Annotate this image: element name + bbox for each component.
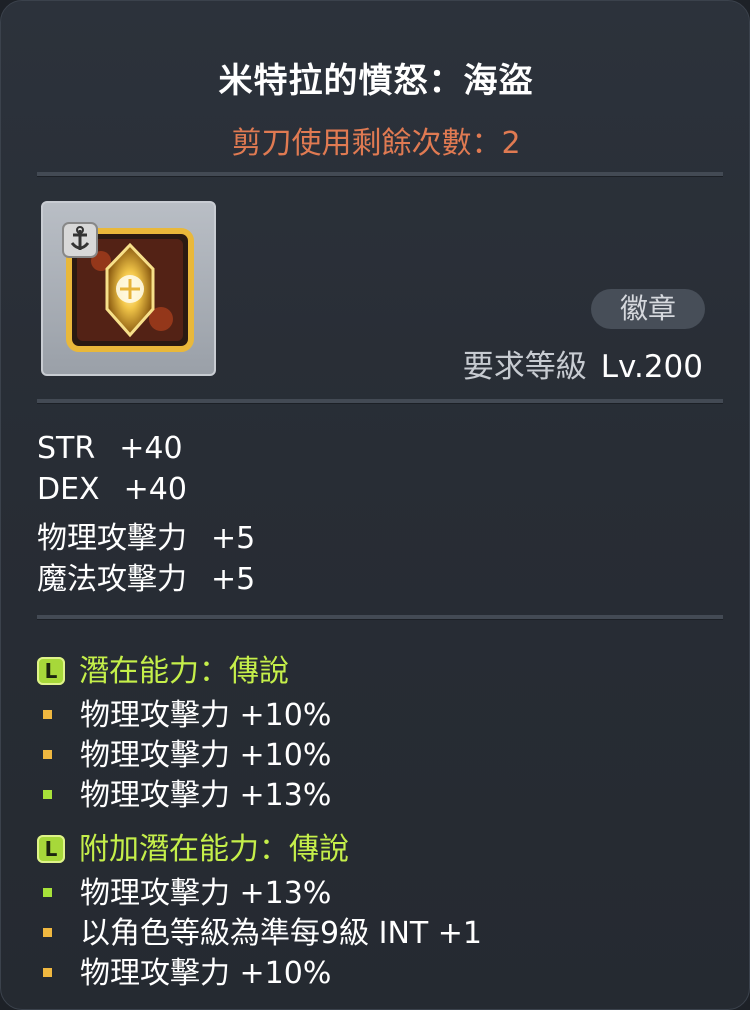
stat-line: 魔法攻擊力 +5	[37, 554, 255, 598]
potential-line-text: 物理攻擊力 +10%	[80, 738, 332, 773]
stat-line: DEX +40	[37, 472, 187, 507]
bonus-potential-line-text: 物理攻擊力 +10%	[80, 956, 332, 991]
potential-line: 物理攻擊力 +10%	[43, 690, 331, 734]
divider	[37, 615, 723, 620]
potential-header: L 潛在能力：傳說	[37, 646, 289, 690]
tier-bullet-icon	[43, 888, 52, 897]
required-level: 要求等級 Lv.200	[463, 341, 703, 386]
potential-line: 物理攻擊力 +10%	[43, 730, 331, 774]
potential-title: 潛在能力：傳說	[79, 654, 289, 689]
stat-line: STR +40	[37, 431, 183, 466]
legendary-grade-icon: L	[37, 657, 65, 685]
divider	[37, 399, 723, 404]
stat-value: +40	[119, 431, 183, 466]
stat-value: +40	[123, 472, 187, 507]
item-type-badge: 徽章	[591, 289, 705, 329]
stat-value: +5	[211, 521, 256, 556]
stat-label: DEX	[37, 472, 100, 507]
bonus-potential-line-text: 以角色等級為準每9級 INT +1	[80, 916, 482, 951]
bonus-potential-line: 以角色等級為準每9級 INT +1	[43, 908, 482, 952]
bonus-potential-line-text: 物理攻擊力 +13%	[80, 876, 332, 911]
stat-label: STR	[37, 431, 96, 466]
divider	[37, 172, 723, 177]
tier-bullet-icon	[43, 928, 52, 937]
stat-label: 魔法攻擊力	[37, 562, 187, 597]
required-level-label: 要求等級	[462, 349, 587, 385]
stat-label: 物理攻擊力	[37, 521, 187, 556]
emblem-anchor-icon	[62, 222, 194, 352]
bonus-potential-line: 物理攻擊力 +13%	[43, 868, 331, 912]
tier-bullet-icon	[43, 790, 52, 799]
stat-line: 物理攻擊力 +5	[37, 513, 255, 557]
tier-bullet-icon	[43, 710, 52, 719]
bonus-potential-header: L 附加潛在能力：傳說	[37, 824, 349, 868]
item-icon-frame	[41, 201, 216, 376]
potential-line: 物理攻擊力 +13%	[43, 770, 331, 814]
legendary-grade-icon: L	[37, 835, 65, 863]
stat-value: +5	[211, 562, 256, 597]
tier-bullet-icon	[43, 750, 52, 759]
required-level-value: Lv.200	[600, 349, 703, 385]
bonus-potential-title: 附加潛在能力：傳說	[79, 832, 349, 867]
potential-line-text: 物理攻擊力 +10%	[80, 698, 332, 733]
item-name: 米特拉的憤怒：海盜	[218, 61, 534, 101]
potential-line-text: 物理攻擊力 +13%	[80, 778, 332, 813]
item-tooltip: 米特拉的憤怒：海盜 剪刀使用剩餘次數：2 徽章 要求等級 Lv.200 STR …	[0, 0, 750, 1010]
tier-bullet-icon	[43, 968, 52, 977]
bonus-potential-line: 物理攻擊力 +10%	[43, 948, 331, 992]
scissors-remaining: 剪刀使用剩餘次數：2	[231, 126, 521, 161]
